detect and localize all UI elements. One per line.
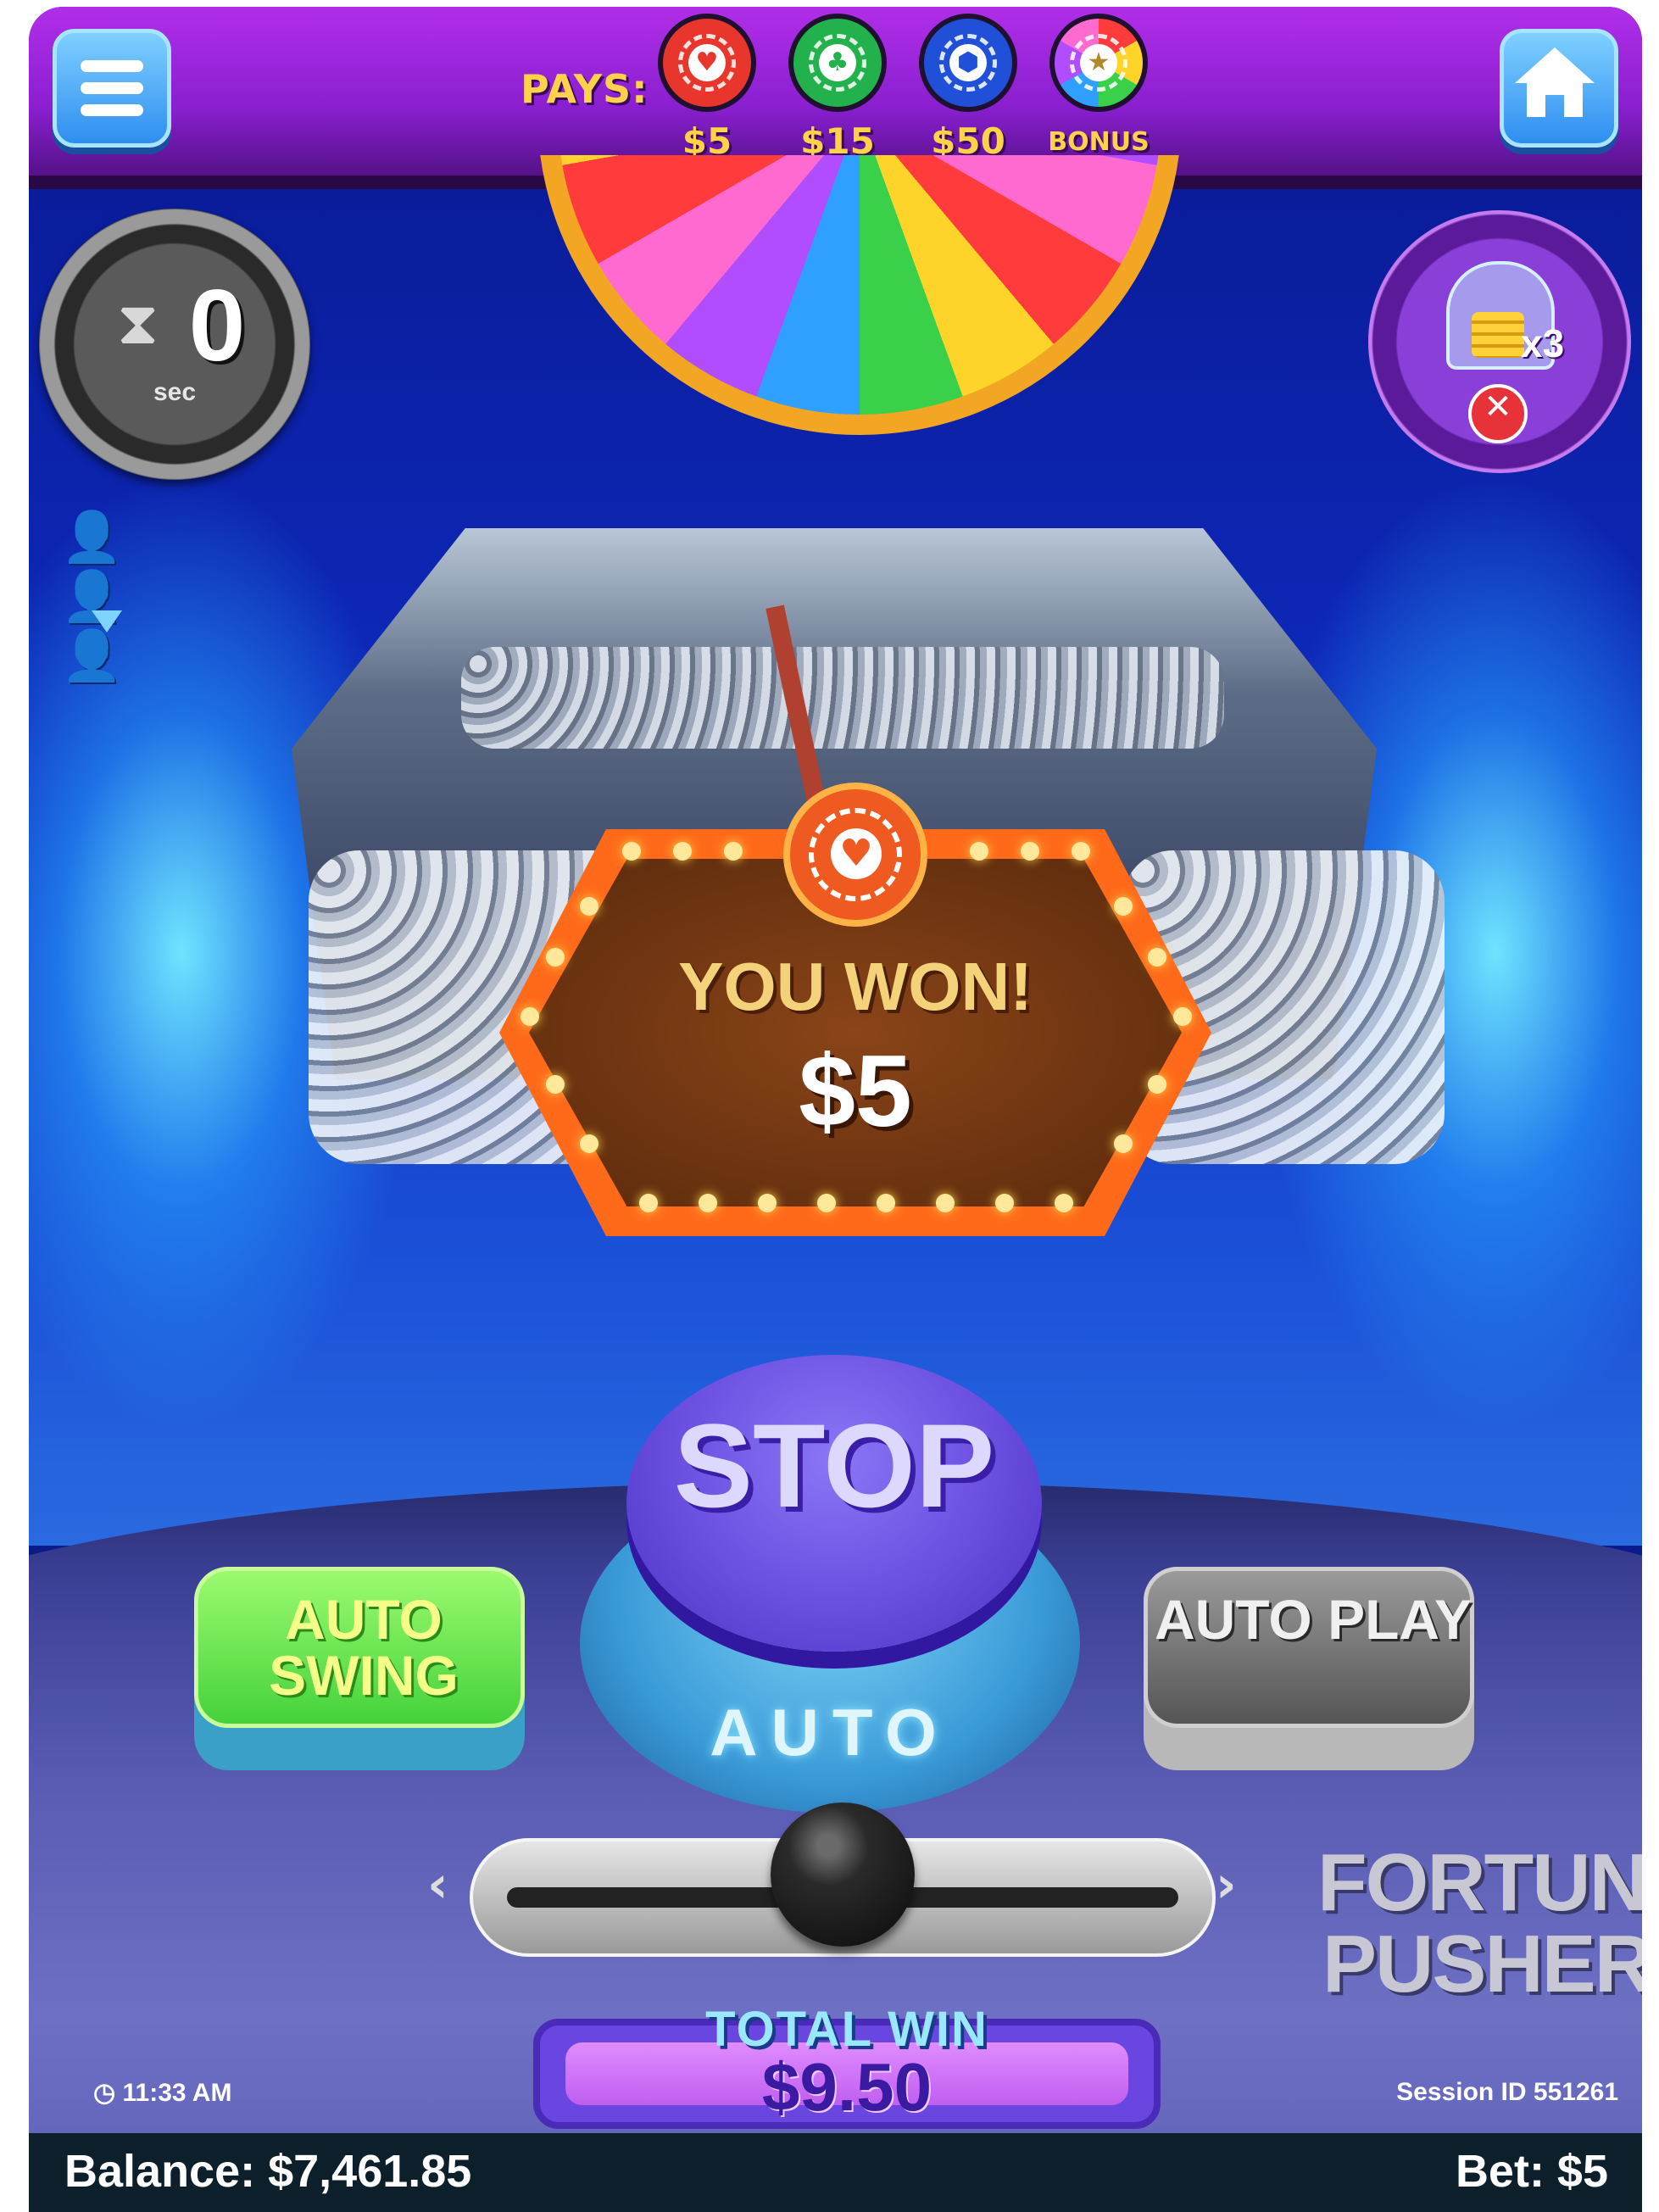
home-icon [1515, 47, 1595, 117]
close-icon[interactable]: ✕ [1468, 384, 1528, 443]
heart-chip-icon: ♥ [783, 783, 927, 927]
payout-bonus-value: BONUS [1048, 127, 1150, 157]
auto-play-button[interactable]: AUTO PLAY [1144, 1567, 1474, 1770]
bonus-wheel [537, 155, 1182, 435]
clock-icon: ◷ [93, 2079, 123, 2107]
win-title: YOU WON! [678, 949, 1033, 1024]
timer-dial: ⧗ 0 sec [39, 209, 310, 480]
timer-unit: sec [153, 378, 197, 406]
home-button[interactable] [1500, 29, 1618, 148]
hourglass-icon: ⧗ [117, 288, 159, 358]
auto-swing-label: AUTO SWING [269, 1588, 459, 1707]
heart-chip-icon: ♥ [658, 14, 756, 112]
coin-boost-badge[interactable]: x3 ✕ [1368, 210, 1631, 473]
fortune-pusher-logo: FORTUNE PUSHER [1317, 1837, 1642, 2009]
players-icon[interactable]: 👤👤👤 [61, 507, 154, 684]
coin-pile-back [461, 647, 1224, 749]
coin-stack-icon [1472, 312, 1524, 358]
clock: ◷ 11:33 AM [93, 2079, 232, 2107]
hexagon-chip-icon: ⬢ [919, 14, 1017, 112]
chevron-down-icon[interactable] [92, 610, 122, 632]
session-id: Session ID 551261 [1396, 2078, 1618, 2106]
balance-display: Balance: $7,461.85 [64, 2146, 472, 2197]
chevron-right-icon: › [1216, 1855, 1237, 1914]
menu-icon [81, 60, 143, 72]
stop-label: STOP [673, 1399, 995, 1532]
club-chip-icon: ♣ [788, 14, 887, 112]
pays-label: PAYS: [521, 66, 649, 112]
auto-label: AUTO [710, 1695, 950, 1769]
auto-play-label: AUTO PLAY [1154, 1588, 1473, 1651]
menu-button[interactable] [53, 29, 171, 148]
bonus-star-chip-icon: ★ [1049, 14, 1148, 112]
win-amount: $5 [799, 1034, 912, 1148]
status-bar: Balance: $7,461.85 Bet: $5 [29, 2133, 1642, 2212]
chevron-left-icon: ‹ [427, 1855, 448, 1914]
auto-swing-button[interactable]: AUTO SWING [194, 1567, 525, 1770]
boost-multiplier: x3 [1521, 321, 1565, 365]
slider-knob[interactable] [771, 1802, 915, 1947]
timer-value: 0 [188, 269, 246, 382]
bet-display: Bet: $5 [1455, 2146, 1608, 2197]
game-frame: PAYS: ♥ $5 ♣ $15 ⬢ $50 ★ BONUS ⧗ 0 sec 👤… [29, 7, 1642, 2212]
total-win-value: $9.50 [761, 2049, 932, 2125]
